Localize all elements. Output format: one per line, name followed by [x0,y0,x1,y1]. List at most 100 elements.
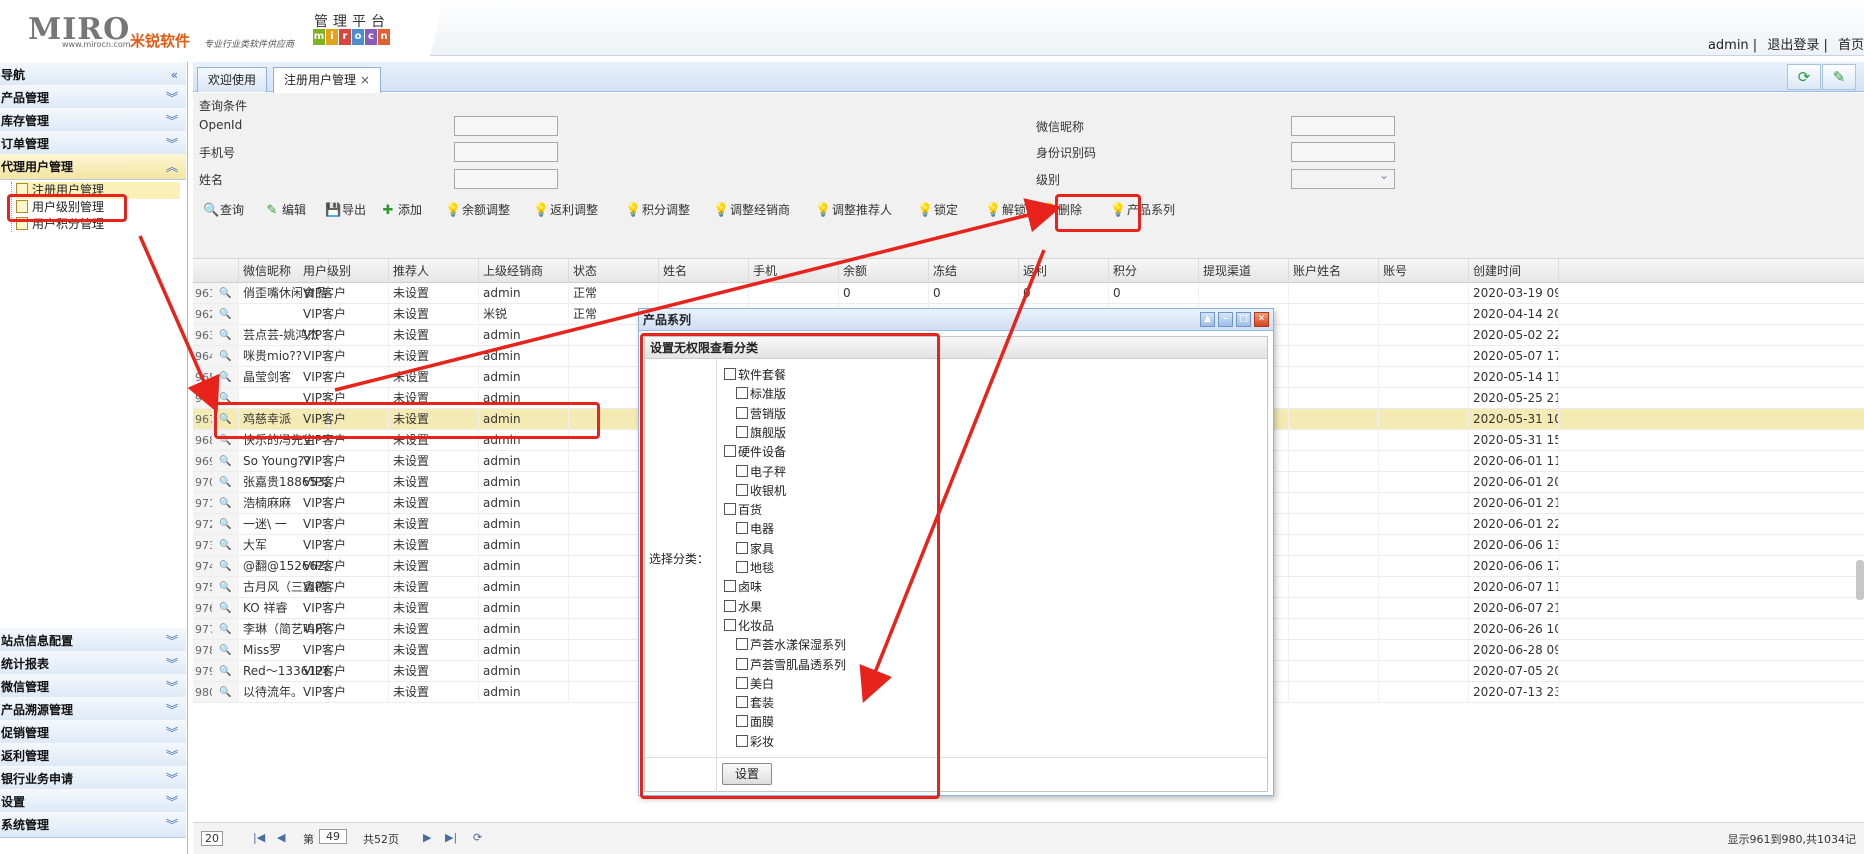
toolbar-button-3[interactable]: ✚ 添加 [379,200,422,220]
refresh-page-icon[interactable]: ⟳ [473,831,482,844]
sidebar-item-3[interactable]: 代理用户管理 ︽ [0,154,186,180]
table-cell: admin [479,514,569,535]
table-cell [1379,430,1469,451]
toolbar-button-1[interactable]: ✎ 编辑 [263,200,306,220]
row-number: 976 [195,598,213,619]
table-cell [1289,535,1379,556]
openid-input[interactable] [454,116,558,136]
magnifier-icon[interactable]: 🔍 [213,514,239,535]
chevron-icon[interactable]: ︽ [166,154,178,180]
chevron-down-icon[interactable]: ︾ [166,812,178,838]
magnifier-icon[interactable]: 🔍 [213,682,239,703]
page-number-input[interactable]: 49 [319,829,347,844]
grid-header-cell[interactable]: 状态 [569,259,659,283]
grid-header-cell[interactable]: 姓名 [659,259,749,283]
magnifier-icon[interactable]: 🔍 [213,472,239,493]
toolbar-button-8[interactable]: 💡调整推荐人 [813,200,892,220]
table-cell [1379,556,1469,577]
grid-header-cell[interactable]: 返利 [1019,259,1109,283]
sidebar-bottom-item-8[interactable]: 系统管理 ︾ [0,812,186,838]
lightbulb-icon: 💡 [985,203,1002,218]
toolbar-button-0[interactable]: 🔍查询 [201,200,244,220]
phone-input[interactable] [454,142,558,162]
magnifier-icon[interactable]: 🔍 [213,325,239,346]
close-icon[interactable]: × [360,73,370,87]
maximize-icon[interactable]: □ [1236,312,1251,327]
grid-header-cell[interactable]: 冻结 [929,259,1019,283]
magnifier-icon[interactable]: 🔍 [213,577,239,598]
magnifier-icon[interactable]: 🔍 [213,493,239,514]
table-cell: 2020-06-07 11:51:54 [1469,577,1559,598]
pencil-icon: ✎ [266,203,278,218]
tab-welcome[interactable]: 欢迎使用 [197,67,268,92]
magnifier-icon[interactable]: 🔍 [213,535,239,556]
magnifier-icon[interactable]: 🔍 [213,661,239,682]
table-cell: admin [479,556,569,577]
user-link[interactable]: admin | [1708,38,1757,53]
pencil-icon[interactable]: ✎ [1822,64,1856,90]
grid-header-cell[interactable]: 创建时间 [1469,259,1559,283]
magnifier-icon[interactable]: 🔍 [213,598,239,619]
grid-header-cell[interactable]: 用户级别 [299,259,389,283]
table-cell [1379,661,1469,682]
wechat-nick-input[interactable] [1291,116,1395,136]
id-code-input[interactable] [1291,142,1395,162]
toolbar-button-10[interactable]: 💡解锁 [983,200,1026,220]
magnifier-icon[interactable]: 🔍 [213,346,239,367]
dialog-title-bar[interactable]: 产品系列 ▲ – □ ✕ [639,309,1273,331]
toolbar-button-4[interactable]: 💡余额调整 [443,200,510,220]
last-page-icon[interactable]: ▶| [445,831,457,844]
grid-header-cell[interactable]: 积分 [1109,259,1199,283]
name-input[interactable] [454,169,558,189]
grid-header-cell[interactable]: 余额 [839,259,929,283]
collapse-up-icon[interactable]: ▲ [1200,312,1215,327]
next-page-icon[interactable]: ▶ [423,831,431,844]
table-cell [1289,409,1379,430]
tab-register-users[interactable]: 注册用户管理 × [273,67,382,93]
refresh-icon[interactable]: ⟳ [1787,64,1821,90]
prev-page-icon[interactable]: ◀ [277,831,285,844]
table-row[interactable]: 961🔍俏歪嘴休闲食品萧县VIP客户未设置admin正常00002020-03-… [193,283,1864,304]
toolbar-button-2[interactable]: 💾导出 [323,200,366,220]
grid-header-cell[interactable]: 推荐人 [389,259,479,283]
table-cell [1379,535,1469,556]
pager: 20 |◀ ◀ 第 49 共52页 ▶ ▶| ⟳ 显示961到980,共1034… [193,822,1864,854]
toolbar-button-label: 调整推荐人 [832,203,893,217]
table-cell: admin [479,472,569,493]
magnifier-icon[interactable]: 🔍 [213,283,239,304]
magnifier-icon[interactable]: 🔍 [213,556,239,577]
grid-header-cell[interactable]: 提现渠道 [1199,259,1289,283]
first-page-icon[interactable]: |◀ [253,831,265,844]
toolbar-button-6[interactable]: 💡积分调整 [623,200,690,220]
table-cell: VIP客户 [299,304,389,325]
grid-header-cell[interactable]: 账户姓名 [1289,259,1379,283]
platform-letter-box: o [352,29,364,45]
action-toolbar: 🔍查询 ✎ 编辑 💾导出 ✚ 添加 💡余额调整 💡返利调整 💡积分调整 💡调整经销商 💡调整推荐人 💡… [193,192,1864,226]
minimize-icon[interactable]: – [1218,312,1233,327]
page-scrollbar[interactable] [1856,560,1864,600]
label-openid: OpenId [199,118,243,132]
magnifier-icon[interactable]: 🔍 [213,367,239,388]
page-size-select[interactable]: 20 [201,831,223,846]
table-cell: VIP客户 [299,556,389,577]
sidebar-item-label: 产品管理 [1,91,50,105]
level-select[interactable] [1291,168,1395,189]
table-cell [1289,304,1379,325]
lightbulb-icon: 💡 [445,203,462,218]
grid-header-cell[interactable]: 手机 [749,259,839,283]
magnifier-icon[interactable]: 🔍 [213,304,239,325]
magnifier-icon[interactable]: 🔍 [213,640,239,661]
grid-header-cell[interactable]: 上级经销商 [479,259,569,283]
toolbar-button-7[interactable]: 💡调整经销商 [711,200,790,220]
toolbar-button-9[interactable]: 💡锁定 [915,200,958,220]
toolbar-button-5[interactable]: 💡返利调整 [531,200,598,220]
grid-header-cell[interactable]: 账号 [1379,259,1469,283]
magnifier-icon[interactable]: 🔍 [213,451,239,472]
magnifier-icon[interactable]: 🔍 [213,619,239,640]
table-cell: 0 [1109,283,1199,304]
home-link[interactable]: 首页 [1838,38,1864,53]
logout-link[interactable]: 退出登录 | [1767,38,1828,53]
close-icon[interactable]: ✕ [1254,312,1269,327]
sidebar-item-label: 系统管理 [1,818,50,832]
query-panel: 查询条件 OpenId 微信昵称 手机号 身份识别码 姓名 级别 [193,93,1864,259]
